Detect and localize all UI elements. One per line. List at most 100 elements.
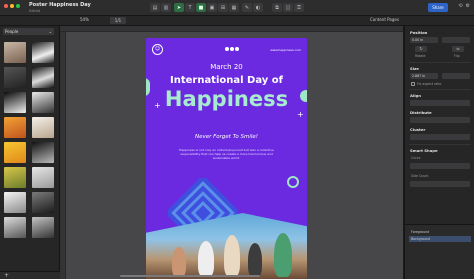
width-field[interactable]: 2.867 in: [410, 73, 438, 79]
toolbar: Poster Happiness Day Edited ▤ ▥ ➤ T ■ ▣ …: [0, 0, 474, 16]
flip-label: Flip: [454, 54, 460, 58]
person-figure: [172, 247, 186, 277]
zoom-window-button[interactable]: [16, 4, 20, 8]
tool-group-left: ▤ ▥: [150, 3, 171, 12]
social-icon: [235, 47, 239, 51]
category-label: People: [5, 29, 19, 34]
asset-thumb[interactable]: [32, 117, 54, 138]
group-icon[interactable]: ⧉: [272, 3, 282, 12]
person-figure: [274, 233, 292, 277]
history-icon[interactable]: ⟲: [458, 3, 462, 9]
pages-icon[interactable]: ▥: [161, 3, 171, 12]
document-title: Poster Happiness Day: [29, 2, 91, 8]
asset-thumb[interactable]: [32, 217, 54, 238]
select-tool-icon[interactable]: ➤: [174, 3, 184, 12]
person-figure: [224, 235, 240, 277]
curve-slider[interactable]: [410, 163, 470, 169]
asset-thumb[interactable]: [32, 142, 54, 163]
tool-group-arrange: ⧉ ◫ ⚿: [272, 3, 304, 12]
poster-social-icons[interactable]: [225, 47, 239, 51]
sidebar-toggle-icon[interactable]: ▤: [150, 3, 160, 12]
poster-body-text[interactable]: Happiness is not only an individual purs…: [179, 148, 274, 160]
zoom-level[interactable]: 54%: [80, 17, 89, 22]
table-tool-icon[interactable]: ⊞: [218, 3, 228, 12]
pen-tool-icon[interactable]: ✎: [242, 3, 252, 12]
settings-icon[interactable]: ⚙: [466, 3, 470, 9]
asset-thumb[interactable]: [32, 42, 54, 63]
chart-tool-icon[interactable]: ▦: [229, 3, 239, 12]
asset-thumb[interactable]: [4, 217, 26, 238]
poster-website[interactable]: www.happiness.com: [270, 48, 301, 52]
mask-tool-icon[interactable]: ◐: [253, 3, 263, 12]
poster-tagline[interactable]: Never Forget To Smile!: [146, 134, 307, 140]
asset-sidebar: People ⌄ +: [0, 26, 60, 279]
y-position-field[interactable]: [442, 37, 470, 43]
secondary-toolbar: 54% 1/1 Content Pages: [0, 16, 474, 26]
person-figure: [248, 243, 262, 277]
plus-decoration-icon: +: [297, 110, 304, 119]
social-icon: [230, 47, 234, 51]
asset-thumb[interactable]: [32, 92, 54, 113]
sidebar-footer: +: [0, 271, 60, 279]
distribute-buttons[interactable]: [410, 117, 470, 123]
vertical-ruler[interactable]: [60, 32, 66, 279]
page-indicator[interactable]: 1/1: [110, 17, 126, 24]
inspector-panel: Position 0.00 in ↻ ⇋ Rotate Flip Size 2.…: [404, 26, 474, 279]
fix-aspect-checkbox[interactable]: [411, 82, 415, 86]
cluster-section-title: Cluster: [410, 127, 426, 132]
divider: [409, 89, 471, 90]
app-window: Poster Happiness Day Edited ▤ ▥ ➤ T ■ ▣ …: [0, 0, 474, 279]
horizontal-ruler[interactable]: [60, 26, 404, 32]
content-pages-menu[interactable]: Content Pages: [370, 17, 399, 22]
asset-thumb[interactable]: [4, 167, 26, 188]
asset-thumbnails: [4, 42, 56, 238]
poster-date[interactable]: March 20: [146, 63, 307, 71]
align-section-title: Align: [410, 93, 421, 98]
asset-thumb[interactable]: [4, 142, 26, 163]
asset-thumb[interactable]: [32, 67, 54, 88]
minimize-window-button[interactable]: [10, 4, 14, 8]
smart-shape-title: Smart Shape: [410, 148, 438, 153]
x-position-field[interactable]: 0.00 in: [410, 37, 438, 43]
poster-headline[interactable]: International Day of: [146, 75, 307, 86]
poster-artboard[interactable]: ☺ www.happiness.com March 20 Internation…: [146, 38, 307, 279]
close-window-button[interactable]: [4, 4, 8, 8]
asset-thumb[interactable]: [32, 167, 54, 188]
layer-foreground[interactable]: Foreground: [409, 229, 471, 235]
horizontal-scrollbar[interactable]: [120, 275, 260, 277]
asset-thumb[interactable]: [4, 42, 26, 63]
asset-thumb[interactable]: [4, 92, 26, 113]
flip-icon[interactable]: ⇋: [452, 46, 464, 52]
window-controls: [4, 4, 20, 8]
lock-icon[interactable]: ⚿: [294, 3, 304, 12]
distribute-section-title: Distribute: [410, 110, 432, 115]
poster-logo-icon[interactable]: ☺: [152, 44, 163, 55]
fix-aspect-label: Fix aspect ratio: [417, 82, 442, 86]
asset-thumb[interactable]: [4, 67, 26, 88]
asset-thumb[interactable]: [32, 192, 54, 213]
side-count-slider[interactable]: [410, 181, 470, 187]
cluster-buttons[interactable]: [410, 134, 470, 140]
asset-thumb[interactable]: [4, 192, 26, 213]
asset-thumb[interactable]: [4, 117, 26, 138]
share-button[interactable]: Share: [428, 3, 448, 12]
text-tool-icon[interactable]: T: [185, 3, 195, 12]
curve-label: Curve: [411, 156, 421, 160]
rotate-icon[interactable]: ↻: [415, 46, 427, 52]
category-select[interactable]: People ⌄: [3, 28, 54, 35]
shape-tool-icon[interactable]: ■: [196, 3, 206, 12]
height-field[interactable]: [442, 73, 470, 79]
add-asset-icon[interactable]: +: [4, 272, 9, 279]
poster-headline-big[interactable]: Happiness: [146, 87, 307, 111]
chevron-down-icon: ⌄: [48, 29, 52, 34]
align-buttons[interactable]: [410, 100, 470, 106]
layer-background[interactable]: Background: [409, 236, 471, 242]
side-count-label: Side Count: [411, 174, 429, 178]
canvas-area[interactable]: ☺ www.happiness.com March 20 Internation…: [60, 26, 404, 279]
ring-decoration[interactable]: [287, 176, 299, 188]
toolbar-right: ⟲ ⚙: [458, 3, 470, 9]
tool-group-main: ➤ T ■ ▣ ⊞ ▦: [174, 3, 239, 12]
divider: [409, 62, 471, 63]
image-tool-icon[interactable]: ▣: [207, 3, 217, 12]
ungroup-icon[interactable]: ◫: [283, 3, 293, 12]
